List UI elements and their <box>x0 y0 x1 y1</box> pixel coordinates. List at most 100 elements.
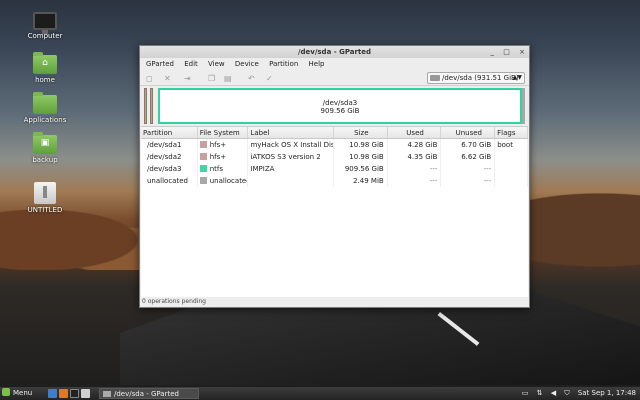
desktop-icon-computer[interactable]: Computer <box>10 12 80 40</box>
desktop-icon-label: home <box>35 76 55 84</box>
table-row[interactable]: /dev/sda1 hfs+ myHack OS X Install Disk … <box>141 139 529 151</box>
cell-filesystem: hfs+ <box>198 151 249 163</box>
column-header-used[interactable]: Used <box>388 127 442 138</box>
partition-block-unallocated[interactable] <box>522 88 525 124</box>
cell-used: --- <box>388 175 442 187</box>
device-selector[interactable]: /dev/sda (931.51 GiB) ▲▼ <box>427 72 525 84</box>
cell-label: myHack OS X Install Disk <box>250 139 334 151</box>
volume-icon[interactable]: ◀ <box>551 389 556 397</box>
partition-block-sda2[interactable] <box>150 88 153 124</box>
cell-filesystem: unallocated <box>198 175 249 187</box>
menu-label: Menu <box>13 389 33 397</box>
partition-map: /dev/sda3 909.56 GiB <box>144 88 525 128</box>
cell-size: 2.49 MiB <box>334 175 388 187</box>
column-header-partition[interactable]: Partition <box>141 127 198 138</box>
status-bar: 0 operations pending <box>142 298 206 305</box>
desktop-icon-untitled[interactable]: UNTITLED <box>10 182 80 214</box>
minimize-icon[interactable]: _ <box>491 48 495 56</box>
cell-label: IMPIZA <box>248 163 334 175</box>
menu-edit[interactable]: Edit <box>184 60 198 68</box>
undo-icon[interactable]: ↶ <box>248 74 255 83</box>
backup-folder-icon: ▣ <box>33 132 57 154</box>
file-manager-icon[interactable] <box>81 389 90 398</box>
column-header-unused[interactable]: Unused <box>441 127 496 138</box>
taskbar-item-gparted[interactable]: /dev/sda - GParted <box>99 388 199 399</box>
partition-map-name: /dev/sda3 <box>322 99 358 107</box>
window-titlebar[interactable]: /dev/sda - GParted _ □ × <box>140 46 529 58</box>
cell-flags <box>495 163 529 175</box>
cell-unused: 6.70 GiB <box>441 139 496 151</box>
system-tray: ▭ ⇅ ◀ ⛉ Sat Sep 1, 17:48 <box>516 387 636 400</box>
fs-color-swatch <box>199 141 207 148</box>
cell-used: 4.35 GiB <box>388 151 442 163</box>
partition-block-sda1[interactable] <box>144 88 147 124</box>
menu-gparted[interactable]: GParted <box>146 60 174 68</box>
column-header-flags[interactable]: Flags <box>495 127 528 138</box>
cell-flags <box>495 151 529 163</box>
resize-move-icon[interactable]: ⇥ <box>184 74 191 83</box>
terminal-icon[interactable] <box>70 389 79 398</box>
menu-bar: GParted Edit View Device Partition Help <box>140 58 529 70</box>
toolbar: ◻ ✕ ⇥ ❐ ▤ ↶ ✓ /dev/sda (931.51 GiB) ▲▼ <box>140 70 529 86</box>
cell-label: iATKOS S3 version 2 <box>248 151 334 163</box>
column-header-size[interactable]: Size <box>334 127 388 138</box>
menu-help[interactable]: Help <box>309 60 325 68</box>
start-menu-button[interactable]: Menu <box>2 387 32 400</box>
firefox-icon[interactable] <box>59 389 68 398</box>
cell-filesystem-text: unallocated <box>209 177 249 185</box>
menu-view[interactable]: View <box>208 60 225 68</box>
cell-partition: unallocated <box>141 175 198 187</box>
show-desktop-icon[interactable] <box>48 389 57 398</box>
maximize-icon[interactable]: □ <box>503 48 510 56</box>
chevron-updown-icon: ▲▼ <box>512 74 522 81</box>
desktop-icon-label: UNTITLED <box>27 206 63 214</box>
cell-partition: /dev/sda2 <box>141 151 198 163</box>
mint-logo-icon <box>2 388 10 396</box>
home-folder-icon: ⌂ <box>33 52 57 74</box>
partition-table: Partition File System Label Size Used Un… <box>141 126 529 297</box>
window-title: /dev/sda - GParted <box>297 48 372 56</box>
display-icon[interactable]: ▭ <box>522 389 529 397</box>
shield-icon[interactable]: ⛉ <box>564 389 569 397</box>
network-icon[interactable]: ⇅ <box>537 389 543 397</box>
gparted-window: /dev/sda - GParted _ □ × GParted Edit Vi… <box>139 45 530 308</box>
cell-flags <box>495 175 529 187</box>
fs-color-swatch <box>199 177 207 184</box>
cell-partition: /dev/sda1 <box>141 139 198 151</box>
cell-filesystem: ntfs <box>198 163 249 175</box>
close-icon[interactable]: × <box>519 48 525 56</box>
new-partition-icon[interactable]: ◻ <box>146 74 153 83</box>
cell-size: 10.98 GiB <box>334 139 388 151</box>
desktop-icon-backup[interactable]: ▣ backup <box>10 132 80 164</box>
cell-unused: --- <box>441 163 496 175</box>
menu-partition[interactable]: Partition <box>269 60 298 68</box>
cell-filesystem: hfs+ <box>198 139 249 151</box>
delete-icon[interactable]: ✕ <box>164 74 171 83</box>
taskbar-item-label: /dev/sda - GParted <box>114 390 179 398</box>
table-row[interactable]: unallocated unallocated 2.49 MiB --- --- <box>141 175 529 187</box>
clock[interactable]: Sat Sep 1, 17:48 <box>578 389 636 397</box>
hard-disk-icon <box>430 75 440 81</box>
cell-partition: /dev/sda3 <box>141 163 198 175</box>
cell-used: 4.28 GiB <box>388 139 442 151</box>
paste-icon[interactable]: ▤ <box>224 74 232 83</box>
table-row[interactable]: /dev/sda3 ntfs IMPIZA 909.56 GiB --- --- <box>141 163 529 175</box>
column-header-label[interactable]: Label <box>248 127 334 138</box>
device-name: /dev/sda <box>442 74 472 82</box>
copy-icon[interactable]: ❐ <box>208 74 215 83</box>
cell-unused: --- <box>441 175 496 187</box>
column-header-filesystem[interactable]: File System <box>198 127 249 138</box>
desktop-icon-label: backup <box>32 156 58 164</box>
taskbar: Menu /dev/sda - GParted ▭ ⇅ ◀ ⛉ Sat Sep … <box>0 387 640 400</box>
cell-filesystem-text: hfs+ <box>209 141 227 149</box>
cell-used: --- <box>388 163 442 175</box>
cell-filesystem-text: ntfs <box>209 165 224 173</box>
table-row[interactable]: /dev/sda2 hfs+ iATKOS S3 version 2 10.98… <box>141 151 529 163</box>
fs-color-swatch <box>199 153 207 160</box>
menu-device[interactable]: Device <box>235 60 259 68</box>
desktop-icon-home[interactable]: ⌂ home <box>10 52 80 84</box>
apply-icon[interactable]: ✓ <box>266 74 273 83</box>
desktop-icon-applications[interactable]: Applications <box>10 92 80 124</box>
partition-block-sda3[interactable]: /dev/sda3 909.56 GiB <box>158 88 522 124</box>
desktop-icon-label: Applications <box>23 116 67 124</box>
